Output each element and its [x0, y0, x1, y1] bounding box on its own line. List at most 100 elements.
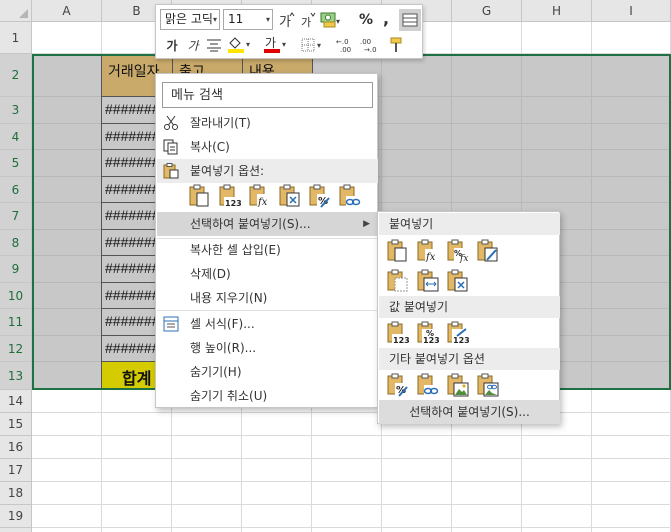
row-header-11[interactable]: 11 — [0, 309, 32, 336]
row-header-1[interactable]: 1 — [0, 22, 32, 54]
grid-cell[interactable] — [592, 97, 671, 124]
paste-link-button[interactable] — [337, 184, 361, 208]
paste-values-source-format-button[interactable]: 123 — [445, 321, 469, 345]
paste-link-button[interactable] — [415, 373, 439, 397]
decrease-decimal-button[interactable]: .00 →.0 — [360, 35, 382, 55]
grid-cell[interactable] — [522, 436, 592, 459]
grid-cell[interactable] — [452, 436, 522, 459]
grid-cell[interactable] — [382, 528, 452, 532]
grid-cell[interactable] — [592, 336, 671, 362]
grid-cell[interactable] — [32, 362, 102, 390]
format-painter-toggle[interactable] — [399, 9, 421, 31]
row-header-16[interactable]: 16 — [0, 436, 32, 459]
menu-item-delete[interactable]: 삭제(D) — [157, 262, 378, 286]
grid-cell[interactable] — [312, 482, 382, 505]
grid-cell[interactable] — [172, 436, 242, 459]
grid-cell[interactable] — [32, 436, 102, 459]
row-header-3[interactable]: 3 — [0, 97, 32, 124]
grid-cell[interactable] — [452, 54, 522, 97]
menu-item-unhide[interactable]: 숨기기 취소(U) — [157, 384, 378, 408]
grid-cell[interactable] — [592, 482, 671, 505]
grid-cell[interactable] — [32, 124, 102, 150]
grid-cell[interactable] — [242, 505, 312, 528]
grid-cell[interactable] — [592, 505, 671, 528]
grid-cell[interactable] — [312, 459, 382, 482]
grid-cell[interactable] — [102, 528, 172, 532]
grid-cell[interactable] — [382, 459, 452, 482]
row-header-14[interactable]: 14 — [0, 390, 32, 413]
grid-cell[interactable] — [32, 336, 102, 362]
grid-cell[interactable] — [522, 505, 592, 528]
paste-button[interactable] — [385, 239, 409, 263]
grid-cell[interactable] — [102, 505, 172, 528]
grid-cell[interactable] — [522, 97, 592, 124]
menu-item-paste-special[interactable]: 선택하여 붙여넣기(S)... ▶ — [157, 212, 378, 236]
row-header-13[interactable]: 13 — [0, 362, 32, 390]
grid-cell[interactable] — [32, 413, 102, 436]
grid-cell[interactable] — [592, 54, 671, 97]
paste-column-widths-button[interactable] — [415, 269, 439, 293]
grid-cell[interactable] — [592, 436, 671, 459]
grid-cell[interactable] — [32, 150, 102, 177]
menu-search-input[interactable] — [162, 82, 373, 108]
grid-cell[interactable] — [382, 124, 452, 150]
grid-cell[interactable] — [592, 528, 671, 532]
accounting-format-button[interactable]: ▾ — [318, 9, 342, 29]
column-header-a[interactable]: A — [32, 0, 102, 22]
row-header-10[interactable]: 10 — [0, 283, 32, 309]
grid-cell[interactable] — [32, 203, 102, 230]
grid-cell[interactable] — [452, 505, 522, 528]
grid-cell[interactable] — [32, 459, 102, 482]
row-header-5[interactable]: 5 — [0, 150, 32, 177]
comma-style-button[interactable]: , — [376, 8, 396, 28]
grid-cell[interactable] — [382, 177, 452, 203]
paste-keep-source-format-button[interactable] — [475, 239, 499, 263]
paste-transpose-button[interactable] — [277, 184, 301, 208]
grid-cell[interactable] — [32, 505, 102, 528]
grid-cell[interactable] — [522, 150, 592, 177]
row-header-9[interactable]: 9 — [0, 256, 32, 283]
grid-cell[interactable] — [592, 203, 671, 230]
borders-button[interactable]: ▾ — [300, 35, 326, 55]
grid-cell[interactable] — [102, 413, 172, 436]
grid-cell[interactable] — [452, 177, 522, 203]
grid-cell[interactable] — [382, 505, 452, 528]
grid-cell[interactable] — [452, 528, 522, 532]
paste-values-button[interactable]: 123 — [217, 184, 241, 208]
grid-cell[interactable] — [522, 177, 592, 203]
grid-cell[interactable] — [592, 283, 671, 309]
grid-cell[interactable] — [382, 150, 452, 177]
grid-cell[interactable] — [242, 436, 312, 459]
increase-decimal-button[interactable]: ←.0.00 — [336, 35, 358, 55]
grid-cell[interactable] — [452, 97, 522, 124]
menu-item-clear-contents[interactable]: 내용 지우기(N) — [157, 286, 378, 310]
row-header-8[interactable]: 8 — [0, 230, 32, 256]
grid-cell[interactable] — [592, 256, 671, 283]
grid-cell[interactable] — [312, 436, 382, 459]
grid-cell[interactable] — [522, 459, 592, 482]
decrease-font-button[interactable]: 가 — [297, 10, 317, 30]
grid-cell[interactable] — [592, 309, 671, 336]
grid-cell[interactable] — [452, 150, 522, 177]
grid-cell[interactable] — [592, 362, 671, 390]
row-header-4[interactable]: 4 — [0, 124, 32, 150]
paste-formatting-button[interactable]: % — [307, 184, 331, 208]
grid-cell[interactable] — [592, 150, 671, 177]
grid-cell[interactable] — [382, 54, 452, 97]
grid-cell[interactable] — [452, 22, 522, 54]
grid-cell[interactable] — [312, 413, 382, 436]
grid-cell[interactable] — [242, 413, 312, 436]
submenu-item-paste-special[interactable]: 선택하여 붙여넣기(S)... — [379, 400, 560, 424]
grid-cell[interactable] — [312, 528, 382, 532]
font-name-dropdown[interactable]: 맑은 고딕 ▾ — [160, 9, 220, 30]
paste-formulas-button[interactable]: fx — [247, 184, 271, 208]
grid-cell[interactable] — [592, 124, 671, 150]
percent-style-button[interactable]: % — [356, 10, 376, 30]
menu-item-copy[interactable]: 복사(C) — [157, 135, 378, 159]
grid-cell[interactable] — [592, 177, 671, 203]
grid-cell[interactable] — [32, 54, 102, 97]
grid-cell[interactable] — [592, 413, 671, 436]
grid-cell[interactable] — [32, 482, 102, 505]
grid-cell[interactable] — [172, 482, 242, 505]
grid-cell[interactable] — [102, 482, 172, 505]
